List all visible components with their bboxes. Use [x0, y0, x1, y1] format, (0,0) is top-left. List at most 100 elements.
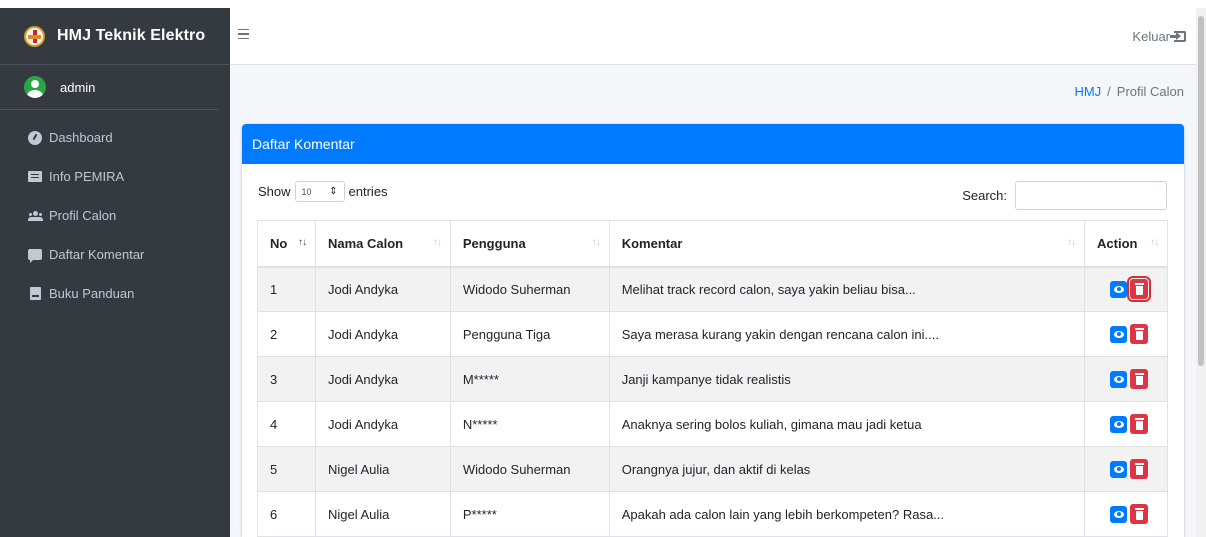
comment-icon: [28, 248, 42, 263]
table-row: 4 Jodi Andyka N***** Anaknya sering bolo…: [257, 401, 1168, 447]
brand-title: HMJ Teknik Elektro: [57, 27, 206, 44]
sidebar-item-label: Profil Calon: [49, 208, 117, 223]
sort-icon: ↑↓: [1067, 237, 1076, 248]
view-button[interactable]: [1110, 370, 1128, 388]
view-button[interactable]: [1110, 415, 1128, 433]
page-scrollbar[interactable]: [1196, 8, 1206, 537]
sort-updown-icon: ⇕: [329, 186, 338, 197]
user-avatar-icon: [24, 76, 46, 98]
brand-logo-icon: [24, 25, 45, 47]
sidebar-item-dashboard[interactable]: Dashboard: [0, 118, 230, 157]
view-button[interactable]: [1110, 505, 1128, 523]
top-strip: [0, 0, 1206, 8]
entries-select-value: 10: [301, 186, 312, 197]
sort-icon: ↑↓: [1150, 237, 1159, 248]
column-header-action[interactable]: Action ↑↓: [1084, 220, 1168, 268]
sidebar-item-label: Dashboard: [49, 130, 113, 145]
table-controls: Show 10 ⇕ entries Search:: [242, 164, 1184, 220]
view-button[interactable]: [1110, 325, 1128, 343]
cell-action: [1084, 356, 1168, 402]
breadcrumb-separator: /: [1107, 84, 1111, 99]
entries-select[interactable]: 10 ⇕: [294, 181, 345, 202]
sidebar-item-label: Daftar Komentar: [49, 247, 145, 262]
brand[interactable]: HMJ Teknik Elektro: [0, 8, 230, 65]
cell-action: [1084, 266, 1168, 312]
hamburger-menu-icon[interactable]: [238, 29, 249, 39]
cell-nama-calon: Jodi Andyka: [314, 311, 451, 357]
newspaper-icon: [28, 170, 42, 184]
trash-icon: [1134, 462, 1144, 475]
sidebar-item-info-pemira[interactable]: Info PEMIRA: [0, 157, 230, 196]
comments-table: No ↑↓ Nama Calon ↑↓ Pengguna ↑↓ Komentar ↑↓ …: [257, 220, 1168, 537]
table-row: 6 Nigel Aulia P***** Apakah ada calon la…: [257, 491, 1168, 537]
column-header-label: Action: [1097, 235, 1138, 251]
delete-button[interactable]: [1130, 369, 1149, 389]
cell-komentar: Melihat track record calon, saya yakin b…: [608, 266, 1086, 312]
cell-nama-calon: Jodi Andyka: [314, 356, 451, 402]
logout-link[interactable]: Keluar: [1132, 29, 1186, 44]
cell-action: [1084, 446, 1168, 492]
sidebar-item-buku-panduan[interactable]: Buku Panduan: [0, 274, 230, 313]
cell-pengguna: Pengguna Tiga: [449, 311, 610, 357]
cell-komentar: Orangnya jujur, dan aktif di kelas: [608, 446, 1086, 492]
trash-icon: [1134, 282, 1144, 295]
table-row: 3 Jodi Andyka M***** Janji kampanye tida…: [257, 356, 1168, 402]
cell-no: 2: [257, 311, 316, 357]
eye-icon: [1113, 510, 1124, 518]
cell-no: 5: [257, 446, 316, 492]
cell-pengguna: Widodo Suherman: [449, 446, 610, 492]
cell-no: 1: [257, 266, 316, 312]
cell-action: [1084, 311, 1168, 357]
delete-button[interactable]: [1127, 276, 1152, 303]
delete-button[interactable]: [1130, 324, 1149, 344]
sign-out-icon: [1170, 31, 1186, 42]
column-header-label: Nama Calon: [327, 235, 404, 251]
cell-nama-calon: Nigel Aulia: [314, 491, 451, 537]
delete-button[interactable]: [1130, 504, 1149, 524]
column-header-label: No: [270, 235, 288, 251]
scrollbar-thumb[interactable]: [1198, 16, 1204, 366]
entries-length-control: Show 10 ⇕ entries: [258, 181, 388, 202]
column-header-no[interactable]: No ↑↓: [257, 220, 316, 268]
user-name: admin: [60, 79, 96, 95]
search-input[interactable]: [1015, 181, 1167, 210]
delete-button[interactable]: [1130, 459, 1149, 479]
table-header-row: No ↑↓ Nama Calon ↑↓ Pengguna ↑↓ Komentar ↑↓ …: [257, 220, 1168, 268]
entries-label: entries: [348, 184, 388, 199]
sidebar-item-daftar-komentar[interactable]: Daftar Komentar: [0, 235, 230, 274]
cell-nama-calon: Jodi Andyka: [314, 266, 451, 312]
cell-komentar: Janji kampanye tidak realistis: [608, 356, 1086, 402]
search-control: Search:: [962, 181, 1167, 210]
column-header-nama-calon[interactable]: Nama Calon ↑↓: [314, 220, 451, 268]
book-icon: [28, 287, 42, 301]
sort-icon: ↑↓: [591, 237, 601, 248]
trash-icon: [1134, 417, 1144, 430]
view-button[interactable]: [1110, 280, 1128, 298]
search-label: Search:: [962, 188, 1007, 203]
top-navbar: Keluar: [230, 8, 1196, 65]
eye-icon: [1113, 375, 1124, 383]
cell-action: [1084, 491, 1168, 537]
eye-icon: [1113, 330, 1124, 338]
cell-pengguna: P*****: [449, 491, 610, 537]
cell-no: 3: [257, 356, 316, 402]
eye-icon: [1113, 420, 1124, 428]
cell-nama-calon: Jodi Andyka: [314, 401, 451, 447]
breadcrumb: HMJ / Profil Calon: [1074, 84, 1184, 99]
column-header-label: Pengguna: [462, 235, 526, 251]
column-header-label: Komentar: [621, 235, 683, 251]
sidebar-item-profil-calon[interactable]: Profil Calon: [0, 196, 230, 235]
breadcrumb-home-link[interactable]: HMJ: [1074, 84, 1101, 99]
sidebar: HMJ Teknik Elektro admin Dashboard Info …: [0, 8, 230, 537]
delete-button[interactable]: [1130, 414, 1149, 434]
view-button[interactable]: [1110, 460, 1128, 478]
table-row: 5 Nigel Aulia Widodo Suherman Orangnya j…: [257, 446, 1168, 492]
cell-action: [1084, 401, 1168, 447]
user-panel[interactable]: admin: [0, 65, 218, 110]
comments-card: Daftar Komentar Show 10 ⇕ entries Search…: [242, 124, 1184, 537]
column-header-komentar[interactable]: Komentar ↑↓: [608, 220, 1086, 268]
sidebar-item-label: Info PEMIRA: [49, 169, 125, 184]
sort-icon: ↑↓: [432, 237, 442, 248]
cell-no: 4: [257, 401, 316, 447]
column-header-pengguna[interactable]: Pengguna ↑↓: [449, 220, 610, 268]
